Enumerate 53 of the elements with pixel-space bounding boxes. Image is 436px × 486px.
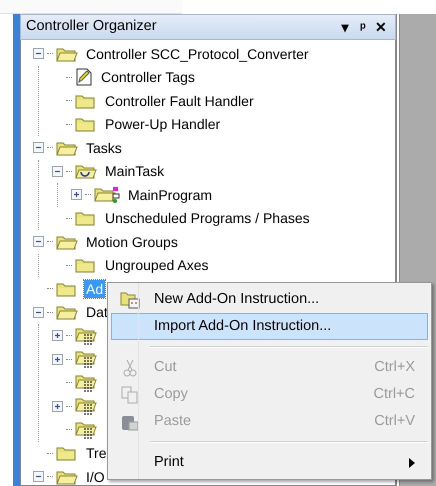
folder-icon [75,116,97,132]
folder-form-icon [120,290,140,308]
tree-item[interactable]: Controller Tags [99,68,197,86]
data-folder-icon [75,349,97,370]
data-folder-icon [75,372,97,393]
tree-item[interactable]: Dat [84,303,110,322]
expand-box[interactable] [52,400,63,412]
copy-icon [121,386,139,404]
submenu-arrow-icon [409,458,415,468]
tree-item[interactable]: Unscheduled Programs / Phases [103,209,312,228]
tree-item[interactable]: Motion Groups [84,232,180,251]
tree-item[interactable]: MainTask [103,162,166,180]
expand-box[interactable] [71,189,82,200]
data-folder-icon [75,326,97,346]
open-folder-icon [56,46,78,62]
folder-icon [56,445,78,462]
collapse-box[interactable] [52,166,63,177]
collapse-box[interactable] [33,48,44,60]
folder-icon [75,257,97,274]
expand-box[interactable] [52,354,63,365]
data-folder-icon [75,420,97,440]
program-folder-icon [94,186,120,204]
folder-icon [75,210,97,226]
panel-button[interactable]: ᵖ [354,20,372,34]
data-folder-icon [75,396,97,416]
pencil-page-icon [75,68,93,86]
open-folder-icon [56,304,78,320]
collapse-box[interactable] [33,471,44,482]
expand-box[interactable] [52,330,63,342]
collapse-box[interactable] [33,236,44,248]
menu-item[interactable]: New Add-On Instruction... [111,286,428,313]
menu-item[interactable]: Import Add-On Instruction... [111,313,428,340]
menu-item[interactable]: Print [111,449,428,476]
task-folder-icon [75,163,97,180]
open-folder-icon [56,468,78,485]
folder-icon [56,280,78,297]
panel-title: Controller Organizer [26,17,158,36]
tree-item[interactable]: Tasks [84,138,124,157]
panel-button[interactable]: ✕ [372,20,390,34]
folder-icon [75,92,97,109]
collapse-box[interactable] [33,306,44,318]
collapse-box[interactable] [33,142,44,154]
tree-item[interactable]: Ungrouped Axes [103,256,211,274]
tree-item[interactable]: I/O [84,468,107,485]
tree-item[interactable]: MainProgram [126,186,214,204]
open-folder-icon [56,234,78,250]
scissors-icon [123,358,137,376]
open-folder-icon [56,140,78,156]
panel-button[interactable]: ▾ [336,20,354,34]
tree-item[interactable]: Tre [84,444,108,462]
tree-item[interactable]: Controller SCC_Protocol_Converter [84,44,311,63]
tree-item[interactable]: Power-Up Handler [103,115,222,134]
tree-item[interactable]: Controller Fault Handler [103,92,256,110]
